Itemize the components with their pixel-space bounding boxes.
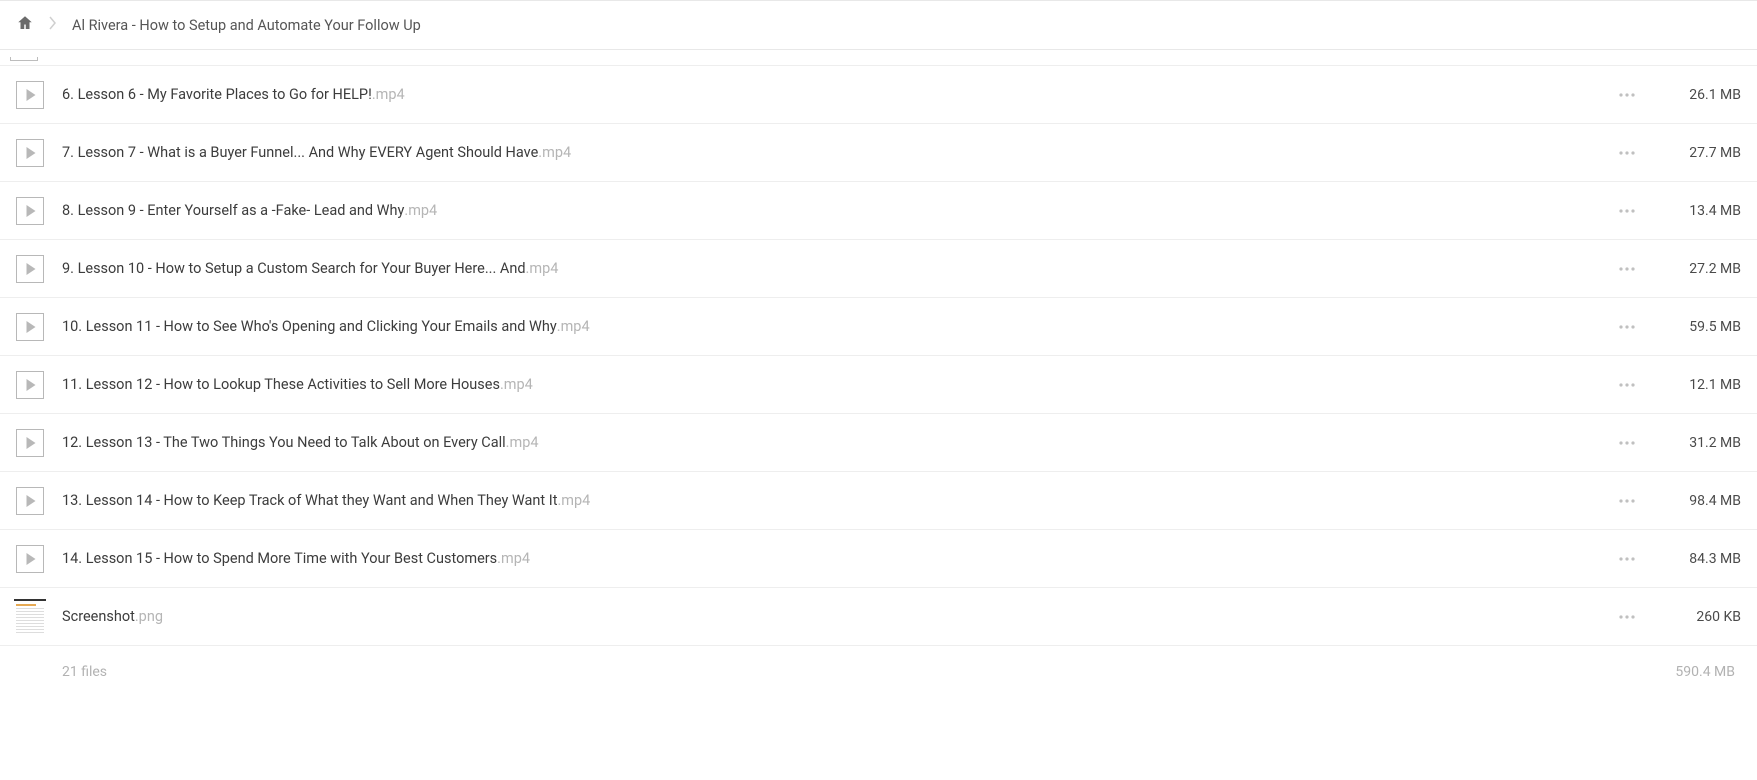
video-play-icon[interactable]	[10, 487, 50, 515]
video-play-icon[interactable]	[10, 313, 50, 341]
cropped-row-stub	[0, 50, 1757, 66]
file-size: 59.5 MB	[1652, 319, 1747, 335]
file-row[interactable]: 13. Lesson 14 - How to Keep Track of Wha…	[0, 472, 1757, 530]
file-name[interactable]: 13. Lesson 14 - How to Keep Track of Wha…	[50, 492, 1602, 509]
file-name[interactable]: 9. Lesson 10 - How to Setup a Custom Sea…	[50, 260, 1602, 277]
file-extension: .png	[135, 608, 163, 625]
more-options-icon[interactable]	[1602, 382, 1652, 388]
file-name[interactable]: 12. Lesson 13 - The Two Things You Need …	[50, 434, 1602, 451]
file-size: 260 KB	[1652, 609, 1747, 625]
file-size: 27.7 MB	[1652, 145, 1747, 161]
file-name[interactable]: 14. Lesson 15 - How to Spend More Time w…	[50, 550, 1602, 567]
file-row[interactable]: 8. Lesson 9 - Enter Yourself as a -Fake-…	[0, 182, 1757, 240]
file-row[interactable]: 11. Lesson 12 - How to Lookup These Acti…	[0, 356, 1757, 414]
file-extension: .mp4	[497, 550, 530, 567]
more-options-icon[interactable]	[1602, 266, 1652, 272]
video-play-icon[interactable]	[10, 255, 50, 283]
file-size: 98.4 MB	[1652, 493, 1747, 509]
video-play-icon[interactable]	[10, 139, 50, 167]
footer-row: 21 files 590.4 MB	[0, 646, 1757, 698]
file-extension: .mp4	[500, 376, 533, 393]
file-name[interactable]: 8. Lesson 9 - Enter Yourself as a -Fake-…	[50, 202, 1602, 219]
file-row[interactable]: 7. Lesson 7 - What is a Buyer Funnel... …	[0, 124, 1757, 182]
file-size: 12.1 MB	[1652, 377, 1747, 393]
file-name[interactable]: 7. Lesson 7 - What is a Buyer Funnel... …	[50, 144, 1602, 161]
file-name[interactable]: 6. Lesson 6 - My Favorite Places to Go f…	[50, 86, 1602, 103]
file-extension: .mp4	[538, 144, 571, 161]
file-row[interactable]: 14. Lesson 15 - How to Spend More Time w…	[0, 530, 1757, 588]
file-size: 31.2 MB	[1652, 435, 1747, 451]
footer-spacer	[1596, 669, 1646, 675]
file-row[interactable]: Screenshot.png 260 KB	[0, 588, 1757, 646]
file-row[interactable]: 6. Lesson 6 - My Favorite Places to Go f…	[0, 66, 1757, 124]
file-size: 13.4 MB	[1652, 203, 1747, 219]
more-options-icon[interactable]	[1602, 498, 1652, 504]
video-play-icon[interactable]	[10, 197, 50, 225]
file-name[interactable]: Screenshot.png	[50, 608, 1602, 625]
chevron-right-icon	[48, 15, 58, 35]
video-play-icon[interactable]	[10, 545, 50, 573]
more-options-icon[interactable]	[1602, 556, 1652, 562]
more-options-icon[interactable]	[1602, 440, 1652, 446]
home-icon[interactable]	[16, 14, 34, 36]
video-play-icon[interactable]	[10, 81, 50, 109]
breadcrumb-bar: Al Rivera - How to Setup and Automate Yo…	[0, 0, 1757, 50]
file-extension: .mp4	[557, 318, 590, 335]
file-row[interactable]: 9. Lesson 10 - How to Setup a Custom Sea…	[0, 240, 1757, 298]
file-extension: .mp4	[526, 260, 559, 277]
more-options-icon[interactable]	[1602, 614, 1652, 620]
file-size: 27.2 MB	[1652, 261, 1747, 277]
image-thumbnail-icon[interactable]	[10, 599, 50, 635]
file-row[interactable]: 12. Lesson 13 - The Two Things You Need …	[0, 414, 1757, 472]
more-options-icon[interactable]	[1602, 150, 1652, 156]
file-name[interactable]: 11. Lesson 12 - How to Lookup These Acti…	[50, 376, 1602, 393]
more-options-icon[interactable]	[1602, 324, 1652, 330]
file-size: 84.3 MB	[1652, 551, 1747, 567]
file-list: 6. Lesson 6 - My Favorite Places to Go f…	[0, 66, 1757, 646]
total-size: 590.4 MB	[1646, 664, 1741, 680]
breadcrumb-title[interactable]: Al Rivera - How to Setup and Automate Yo…	[72, 17, 421, 34]
file-extension: .mp4	[404, 202, 437, 219]
file-size: 26.1 MB	[1652, 87, 1747, 103]
more-options-icon[interactable]	[1602, 92, 1652, 98]
file-extension: .mp4	[557, 492, 590, 509]
video-play-icon[interactable]	[10, 429, 50, 457]
video-play-icon[interactable]	[10, 371, 50, 399]
file-name[interactable]: 10. Lesson 11 - How to See Who's Opening…	[50, 318, 1602, 335]
file-extension: .mp4	[372, 86, 405, 103]
more-options-icon[interactable]	[1602, 208, 1652, 214]
file-extension: .mp4	[506, 434, 539, 451]
file-count: 21 files	[62, 664, 107, 680]
file-row[interactable]: 10. Lesson 11 - How to See Who's Opening…	[0, 298, 1757, 356]
